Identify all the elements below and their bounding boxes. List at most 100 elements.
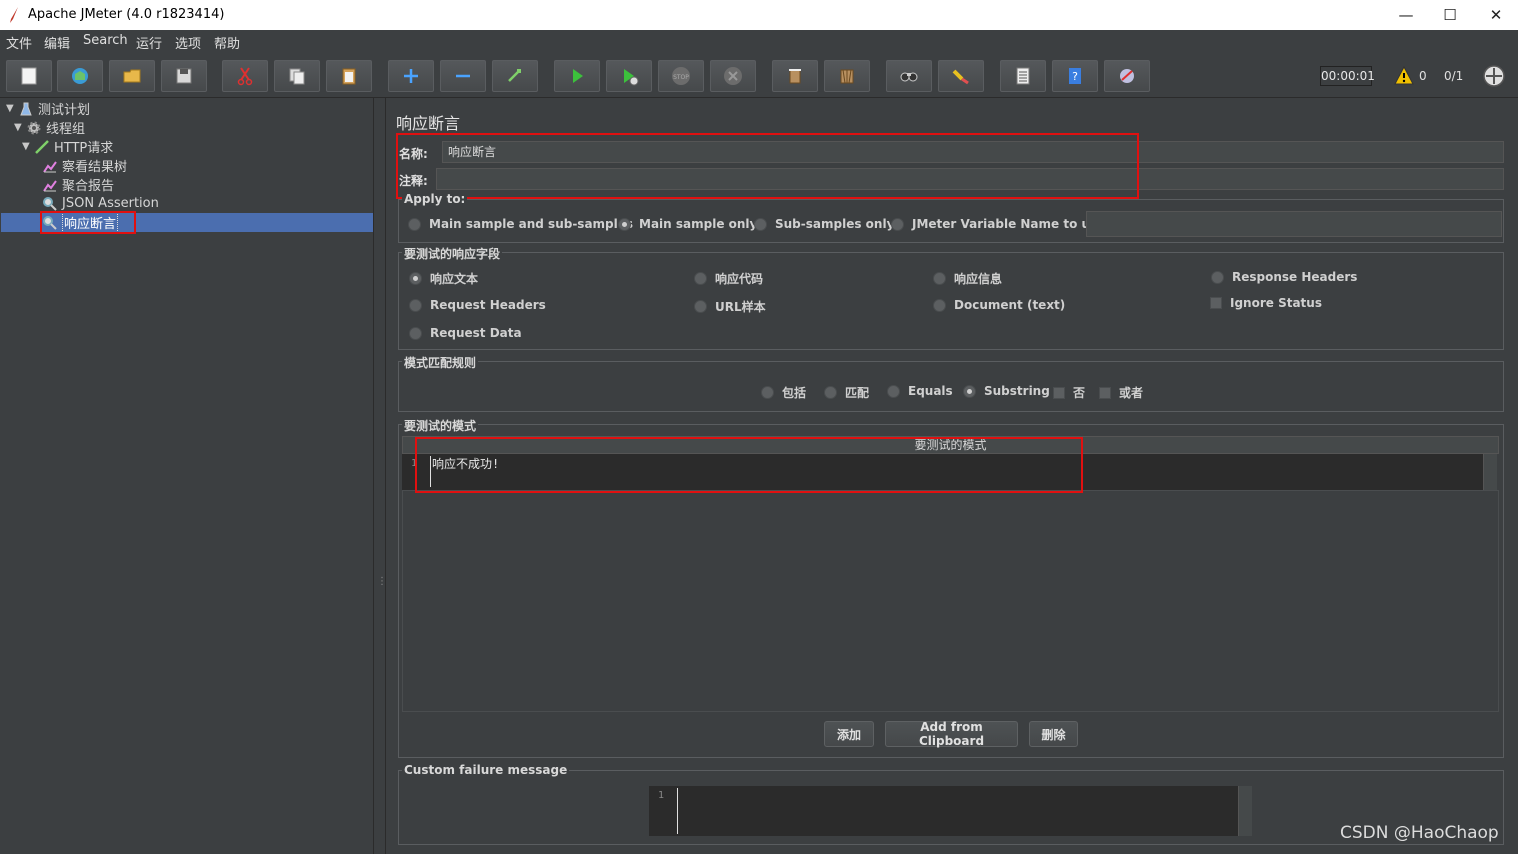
delete-button[interactable]: 删除 (1029, 721, 1078, 747)
expand-arrow-icon[interactable]: ▼ (6, 103, 16, 114)
radio-matches[interactable]: 匹配 (824, 384, 869, 401)
radio-button[interactable] (754, 217, 767, 231)
elapsed-timer: 00:00:01 (1320, 66, 1375, 86)
tree-node-view-results-tree[interactable]: 察看结果树 (42, 156, 127, 175)
failure-editor-scrollbar[interactable] (1238, 786, 1252, 836)
radio-button[interactable] (963, 384, 976, 398)
active-threads: 0/1 (1444, 69, 1464, 83)
menu-options[interactable]: 选项 (175, 33, 201, 52)
radio-button[interactable] (1211, 270, 1224, 284)
menu-search[interactable]: Search (83, 33, 128, 48)
remote-status-icon[interactable] (1482, 64, 1506, 88)
maximize-icon[interactable]: ☐ (1428, 3, 1472, 27)
shutdown-icon[interactable] (710, 60, 756, 92)
copy-icon[interactable] (274, 60, 320, 92)
radio-equals[interactable]: Equals (887, 384, 953, 398)
radio-button[interactable] (891, 217, 904, 231)
radio-main-only[interactable]: Main sample only (618, 217, 757, 231)
radio-url-sampled[interactable]: URL样本 (694, 298, 766, 315)
radio-button[interactable] (409, 326, 422, 340)
new-icon[interactable] (6, 60, 52, 92)
radio-button[interactable] (933, 298, 946, 312)
expand-arrow-icon[interactable]: ▼ (14, 122, 24, 133)
radio-button[interactable] (409, 298, 422, 312)
tree-node-aggregate-report[interactable]: 聚合报告 (42, 175, 114, 194)
radio-response-code[interactable]: 响应代码 (694, 270, 763, 287)
menu-edit[interactable]: 编辑 (44, 33, 70, 52)
radio-button[interactable] (409, 272, 422, 285)
stop-icon[interactable]: STOP (658, 60, 704, 92)
radio-button[interactable] (761, 386, 774, 399)
option-label: JMeter Variable Name to use (912, 217, 1106, 231)
checkbox[interactable] (1210, 297, 1222, 309)
add-from-clipboard-button[interactable]: Add from Clipboard (885, 720, 1018, 748)
http-sampler-icon (35, 139, 49, 154)
start-icon[interactable] (554, 60, 600, 92)
checkbox[interactable] (1099, 386, 1111, 399)
start-no-timers-icon[interactable] (606, 60, 652, 92)
option-label: 响应代码 (715, 272, 764, 286)
save-icon[interactable] (161, 60, 207, 92)
checkbox-or[interactable]: 或者 (1099, 384, 1143, 401)
clear-icon[interactable] (772, 60, 818, 92)
tree-node-http-request[interactable]: ▼ HTTP请求 (22, 137, 113, 156)
custom-failure-editor[interactable] (649, 786, 1252, 836)
clear-all-icon[interactable] (824, 60, 870, 92)
radio-button[interactable] (408, 217, 421, 231)
radio-request-headers[interactable]: Request Headers (409, 298, 546, 312)
radio-request-data[interactable]: Request Data (409, 326, 522, 340)
warning-icon[interactable] (1394, 66, 1414, 86)
help-icon[interactable]: ? (1052, 60, 1098, 92)
radio-main-and-sub[interactable]: Main sample and sub-samples (408, 217, 633, 231)
minimize-icon[interactable]: — (1384, 3, 1428, 27)
collapse-icon[interactable] (440, 60, 486, 92)
menu-run[interactable]: 运行 (136, 33, 162, 52)
checkbox-not[interactable]: 否 (1053, 384, 1085, 401)
radio-button[interactable] (887, 384, 900, 398)
tree-node-label: 线程组 (46, 122, 86, 137)
radio-button[interactable] (694, 300, 707, 313)
menu-file[interactable]: 文件 (6, 33, 32, 52)
radio-contains[interactable]: 包括 (761, 384, 806, 401)
option-label: 否 (1073, 386, 1086, 400)
option-label: 包括 (782, 386, 807, 400)
radio-button[interactable] (694, 272, 707, 285)
radio-button[interactable] (618, 217, 631, 231)
menu-help[interactable]: 帮助 (214, 33, 240, 52)
close-icon[interactable]: ✕ (1474, 3, 1518, 27)
remote-icon[interactable] (1104, 60, 1150, 92)
checkbox[interactable] (1053, 386, 1065, 399)
thread-group-icon (27, 121, 41, 134)
radio-response-message[interactable]: 响应信息 (933, 270, 1002, 287)
radio-variable-name[interactable]: JMeter Variable Name to use (891, 217, 1105, 231)
radio-document-text[interactable]: Document (text) (933, 298, 1065, 312)
cut-icon[interactable] (222, 60, 268, 92)
reset-search-icon[interactable] (938, 60, 984, 92)
radio-button[interactable] (824, 386, 837, 399)
tree-node-test-plan[interactable]: ▼ 测试计划 (6, 99, 90, 118)
expand-arrow-icon[interactable]: ▼ (22, 141, 32, 152)
splitter-grip-icon[interactable]: ⋮ (377, 576, 387, 587)
title-bar: Apache JMeter (4.0 r1823414) — ☐ ✕ (0, 0, 1518, 30)
radio-response-text[interactable]: 响应文本 (409, 270, 478, 287)
toggle-icon[interactable] (492, 60, 538, 92)
function-helper-icon[interactable] (1000, 60, 1046, 92)
split-pane-divider[interactable]: ⋮ (374, 98, 387, 854)
editor-scrollbar[interactable] (1483, 454, 1497, 490)
radio-substring[interactable]: Substring (963, 384, 1050, 398)
patterns-table-body[interactable] (402, 490, 1499, 712)
radio-sub-only[interactable]: Sub-samples only (754, 217, 894, 231)
templates-icon[interactable] (57, 60, 103, 92)
search-icon[interactable] (886, 60, 932, 92)
checkbox-ignore-status[interactable]: Ignore Status (1210, 296, 1322, 310)
add-button[interactable]: 添加 (824, 721, 874, 747)
open-icon[interactable] (109, 60, 155, 92)
panel-title: 响应断言 (396, 114, 461, 133)
tree-node-thread-group[interactable]: ▼ 线程组 (14, 118, 85, 137)
radio-response-headers[interactable]: Response Headers (1211, 270, 1357, 284)
paste-icon[interactable] (326, 60, 372, 92)
variable-name-field[interactable] (1086, 211, 1502, 237)
pattern-matching-title: 模式匹配规则 (402, 354, 479, 371)
expand-icon[interactable] (388, 60, 434, 92)
radio-button[interactable] (933, 272, 946, 285)
